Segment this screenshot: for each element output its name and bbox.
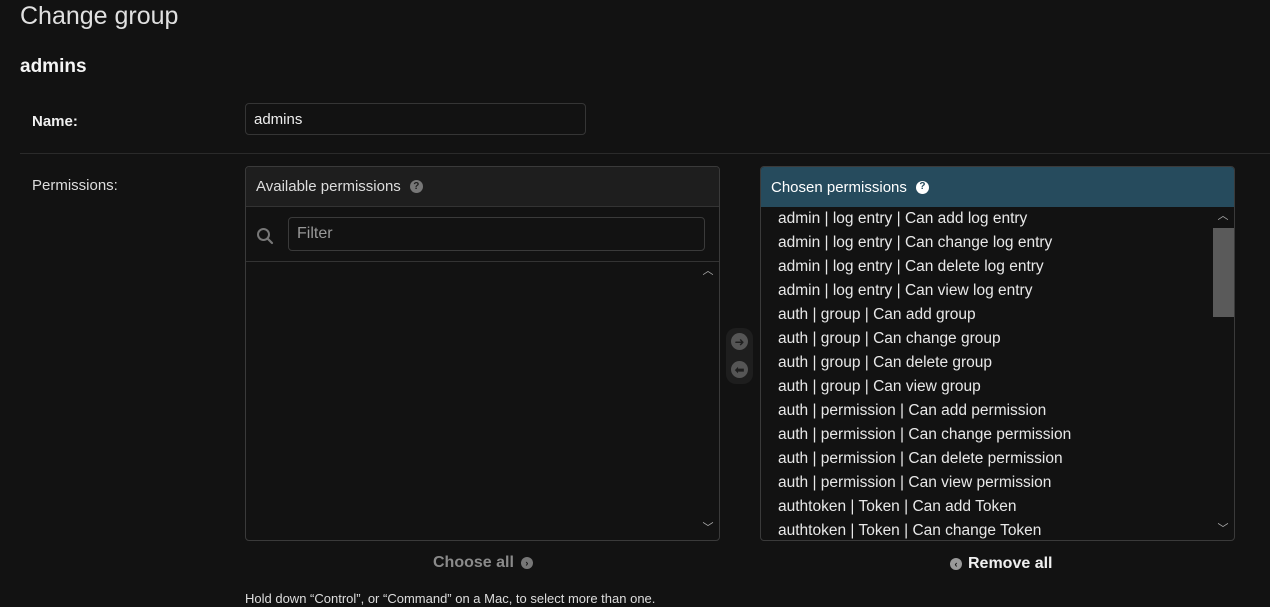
permission-option[interactable]: auth | permission | Can add permission (761, 399, 1212, 423)
permission-option[interactable]: auth | group | Can change group (761, 327, 1212, 351)
permission-option[interactable]: auth | group | Can delete group (761, 351, 1212, 375)
permission-option[interactable]: authtoken | Token | Can change Token (761, 519, 1212, 540)
remove-all-button[interactable]: ‹ Remove all (950, 555, 1052, 573)
scroll-up-icon[interactable]: ︿ (1216, 209, 1230, 223)
selector-mover: ➜ ⬅ (726, 328, 753, 384)
scrollbar-thumb[interactable] (1213, 228, 1234, 317)
permission-option[interactable]: auth | group | Can add group (761, 303, 1212, 327)
permission-option[interactable]: admin | log entry | Can delete log entry (761, 255, 1212, 279)
chosen-permissions-select[interactable]: admin | log entry | Can add log entry adm… (761, 207, 1234, 540)
arrow-right-circle-icon: › (520, 557, 533, 569)
chosen-permissions-list: admin | log entry | Can add log entry adm… (761, 207, 1212, 540)
choose-all-label: Choose all (433, 554, 514, 571)
filter-input[interactable] (288, 217, 705, 251)
help-text: Hold down “Control”, or “Command” on a M… (245, 591, 656, 606)
permission-option[interactable]: authtoken | Token | Can add Token (761, 495, 1212, 519)
change-group-page: Change group admins Name: Permissions: A… (0, 0, 1270, 607)
permission-option[interactable]: auth | permission | Can delete permissio… (761, 447, 1212, 471)
question-circle-icon[interactable]: ? (409, 180, 423, 193)
question-circle-icon[interactable]: ? (915, 180, 929, 194)
name-label: Name: (32, 113, 78, 130)
permission-option[interactable]: admin | log entry | Can view log entry (761, 279, 1212, 303)
form-row-divider (20, 153, 1270, 154)
arrow-left-circle-icon[interactable]: ⬅ (731, 361, 748, 378)
fieldset-title: admins (20, 56, 87, 77)
arrow-left-circle-icon: ‹ (950, 558, 962, 570)
available-permissions-header: Available permissions ? (246, 167, 719, 207)
available-permissions-select[interactable]: ︿ ﹀ (246, 262, 719, 539)
available-permissions-title: Available permissions (256, 178, 401, 195)
page-title: Change group (20, 2, 179, 30)
scroll-up-icon[interactable]: ︿ (701, 264, 715, 278)
arrow-right-circle-icon[interactable]: ➜ (731, 333, 748, 350)
scroll-down-icon[interactable]: ﹀ (701, 521, 715, 535)
permission-option[interactable]: auth | permission | Can view permission (761, 471, 1212, 495)
choose-all-button[interactable]: Choose all › (433, 554, 533, 572)
chosen-permissions-header: Chosen permissions ? (761, 167, 1234, 207)
permission-option[interactable]: admin | log entry | Can add log entry (761, 207, 1212, 231)
permission-option[interactable]: auth | permission | Can change permissio… (761, 423, 1212, 447)
remove-all-label: Remove all (968, 555, 1053, 572)
permission-option[interactable]: auth | group | Can view group (761, 375, 1212, 399)
permission-option[interactable]: admin | log entry | Can change log entry (761, 231, 1212, 255)
search-icon (257, 228, 274, 245)
permissions-label: Permissions: (32, 177, 118, 194)
filter-row (246, 207, 719, 262)
chosen-permissions-box: Chosen permissions ? admin | log entry |… (760, 166, 1235, 541)
chosen-permissions-title: Chosen permissions (771, 178, 907, 196)
name-input[interactable] (245, 103, 586, 135)
scroll-down-icon[interactable]: ﹀ (1216, 522, 1230, 536)
available-permissions-box: Available permissions ? ︿ ﹀ (245, 166, 720, 541)
